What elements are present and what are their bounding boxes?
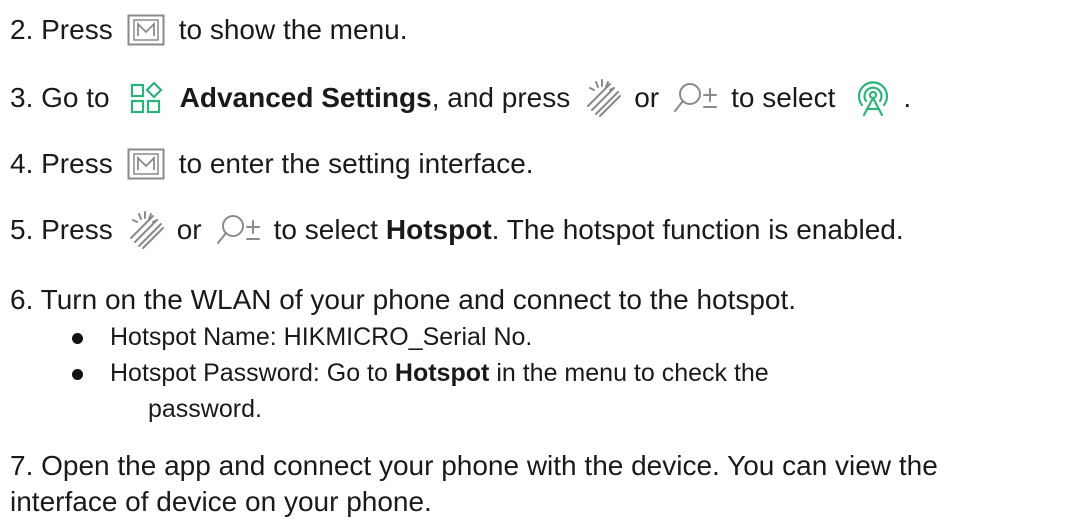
step-6: 6. Turn on the WLAN of your phone and co… [10,282,796,318]
advanced-settings-label: Advanced Settings [179,82,432,113]
step-5-label: 5. Press [10,214,113,245]
step-5: 5. Press or to select Hotspot . The hots… [10,210,904,250]
step-3-mid: , and press [431,82,571,113]
hotspot-label: Hotspot [394,359,490,387]
hotspot-icon [853,78,893,118]
advanced-settings-icon [130,82,164,114]
step-2: 2. Press to show the menu. [10,12,408,48]
step-2-label: 2. Press [10,14,113,45]
m-button-icon [127,14,165,46]
m-button-icon [127,148,165,180]
step-5-rest: . The hotspot function is enabled. [491,214,904,245]
step-4: 4. Press to enter the setting interface. [10,146,534,182]
bullet-dot [72,369,83,380]
step-3: 3. Go to Advanced Settings , and press o… [10,78,911,118]
step-6-text: 6. Turn on the WLAN of your phone and co… [10,284,797,315]
step-7-line-2: interface of device on your phone. [10,486,432,517]
bullet-dot [72,333,83,344]
step-3-rest: to select [731,82,836,113]
bullet-continuation: password. [148,395,262,423]
step-5-or: or [176,214,202,245]
list-item: Hotspot Name: HIKMICRO_Serial No. [72,320,533,354]
step-3-end: . [903,82,912,113]
hotspot-label: Hotspot [385,214,492,245]
step-7-line-1: 7. Open the app and connect your phone w… [10,450,938,481]
list-item: Hotspot Password: Go to Hotspot in the m… [72,356,769,390]
step-2-text: to show the menu. [178,14,408,45]
step-3-or: or [634,82,660,113]
bullet-text: Hotspot Name: HIKMICRO_Serial No. [110,323,533,351]
brightness-icon [582,78,622,118]
step-5-pre: to select [273,214,378,245]
zoom-icon [216,213,262,247]
step-4-label: 4. Press [10,148,113,179]
bullet-rest: in the menu to check the [496,359,769,387]
step-3-label: 3. Go to [10,82,110,113]
bullet-pre: Hotspot Password: Go to [110,359,388,387]
zoom-icon [673,81,719,115]
step-4-text: to enter the setting interface. [178,148,534,179]
brightness-icon [125,210,165,250]
